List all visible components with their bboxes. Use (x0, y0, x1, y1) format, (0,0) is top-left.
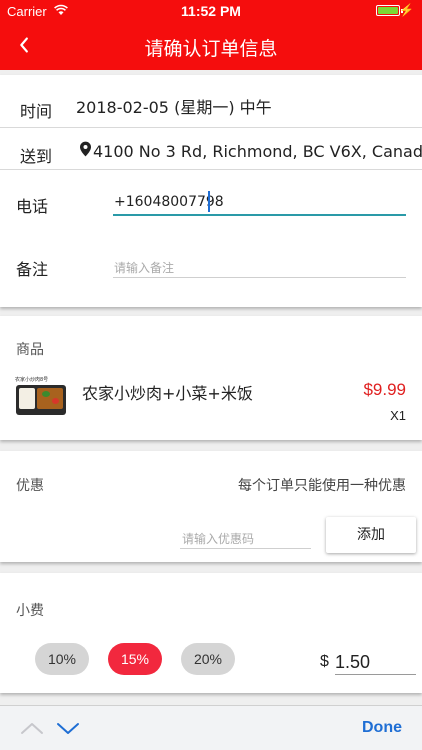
phone-label: 电话 (16, 197, 49, 216)
page-title: 请确认订单信息 (144, 38, 278, 60)
thumbnail-caption: 农家小炒肉8号 (15, 377, 49, 383)
product-quantity: X1 (390, 408, 406, 423)
tip-section-title: 小费 (16, 603, 44, 619)
tip-currency: $ (320, 653, 329, 670)
delivery-time-value[interactable]: 2018-02-05 (星期一) 中午 (76, 94, 272, 118)
next-field-chevron-icon[interactable] (56, 718, 80, 738)
tip-amount-underline (335, 674, 416, 675)
note-label: 备注 (16, 260, 49, 279)
address-label: 送到 (20, 147, 53, 166)
product-item[interactable]: 农家小炒肉8号 农家小炒肉+小菜+米饭 $9.99 X1 (0, 368, 422, 430)
order-info-card: 时间 2018-02-05 (星期一) 中午 送到 4100 No 3 Rd, … (0, 75, 422, 307)
delivery-address-value[interactable]: 4100 No 3 Rd, Richmond, BC V6X, Canada (93, 142, 422, 161)
discount-code-input[interactable]: 请输入优惠码 (182, 530, 254, 547)
add-discount-label: 添加 (357, 527, 385, 543)
product-name: 农家小炒肉+小菜+米饭 (82, 384, 253, 403)
discount-note: 每个订单只能使用一种优惠 (238, 478, 406, 494)
time-label: 时间 (20, 102, 53, 121)
product-thumbnail: 农家小炒肉8号 (15, 376, 67, 418)
tip-card: 小费 10% 15% 20% $ 1.50 (0, 573, 422, 693)
phone-input-underline (113, 214, 406, 216)
note-input-underline (113, 277, 406, 278)
status-bar: Carrier 11:52 PM ⚡ (0, 0, 422, 22)
product-price: $9.99 (363, 380, 406, 399)
charging-icon: ⚡ (399, 3, 414, 17)
tip-option-15[interactable]: 15% (108, 643, 162, 675)
done-button[interactable]: Done (362, 719, 402, 737)
tip-amount-input[interactable]: 1.50 (335, 652, 370, 673)
note-input[interactable]: 请输入备注 (114, 259, 174, 276)
location-pin-icon (80, 141, 91, 157)
products-section-title: 商品 (16, 342, 44, 358)
discount-card: 优惠 每个订单只能使用一种优惠 请输入优惠码 添加 (0, 451, 422, 562)
divider (0, 127, 422, 128)
discount-section-title: 优惠 (16, 478, 44, 494)
battery-icon (376, 5, 403, 16)
discount-input-underline (180, 548, 311, 549)
previous-field-chevron-icon[interactable] (20, 718, 44, 738)
clock: 11:52 PM (181, 3, 241, 19)
add-discount-button[interactable]: 添加 (326, 517, 416, 553)
products-card: 商品 农家小炒肉8号 农家小炒肉+小菜+米饭 $9.99 X1 (0, 316, 422, 440)
divider (0, 169, 422, 170)
tip-option-20[interactable]: 20% (181, 643, 235, 675)
tip-option-10[interactable]: 10% (35, 643, 89, 675)
nav-bar: 请确认订单信息 (0, 22, 422, 70)
text-cursor (208, 191, 210, 212)
keyboard-toolbar: Done (0, 705, 422, 750)
